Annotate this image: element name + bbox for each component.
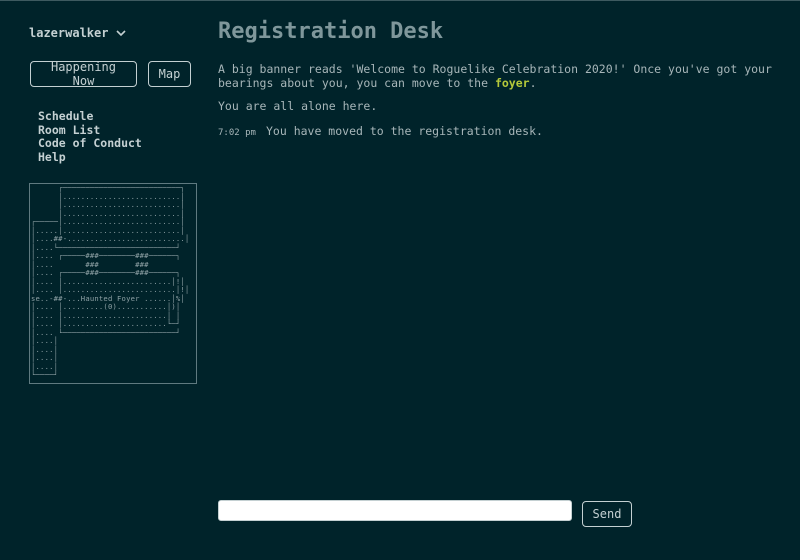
ascii-map-text: ┌──────────────────────────┐ │..........… bbox=[31, 183, 190, 379]
sidebar-nav: Schedule Room List Code of Conduct Help bbox=[38, 109, 142, 165]
nav-help-link[interactable]: Help bbox=[38, 150, 142, 165]
top-border bbox=[0, 0, 800, 1]
username: lazerwalker bbox=[29, 26, 109, 40]
message-text: You have moved to the registration desk. bbox=[266, 124, 543, 138]
room-title: Registration Desk bbox=[218, 19, 444, 44]
chat-input[interactable] bbox=[218, 500, 572, 521]
nav-code-of-conduct-link[interactable]: Code of Conduct bbox=[38, 136, 142, 151]
nav-schedule-link[interactable]: Schedule bbox=[38, 109, 142, 124]
alone-notice: You are all alone here. bbox=[218, 99, 378, 113]
chevron-down-icon bbox=[116, 29, 127, 40]
message-row: 7:02 pm You have moved to the registrati… bbox=[218, 124, 543, 138]
user-menu[interactable]: lazerwalker bbox=[29, 26, 127, 40]
foyer-link[interactable]: foyer bbox=[495, 76, 530, 90]
map-button[interactable]: Map bbox=[148, 61, 191, 87]
nav-room-list-link[interactable]: Room List bbox=[38, 123, 142, 138]
happening-now-button[interactable]: Happening Now bbox=[30, 60, 137, 88]
ascii-map: ┌──────────────────────────┐ │..........… bbox=[29, 183, 197, 384]
description-after: . bbox=[529, 75, 537, 90]
room-description: A big banner reads 'Welcome to Roguelike… bbox=[218, 62, 778, 114]
send-button[interactable]: Send bbox=[582, 501, 632, 527]
message-timestamp: 7:02 pm bbox=[218, 128, 256, 138]
room-description-text: A big banner reads 'Welcome to Roguelike… bbox=[218, 62, 778, 90]
